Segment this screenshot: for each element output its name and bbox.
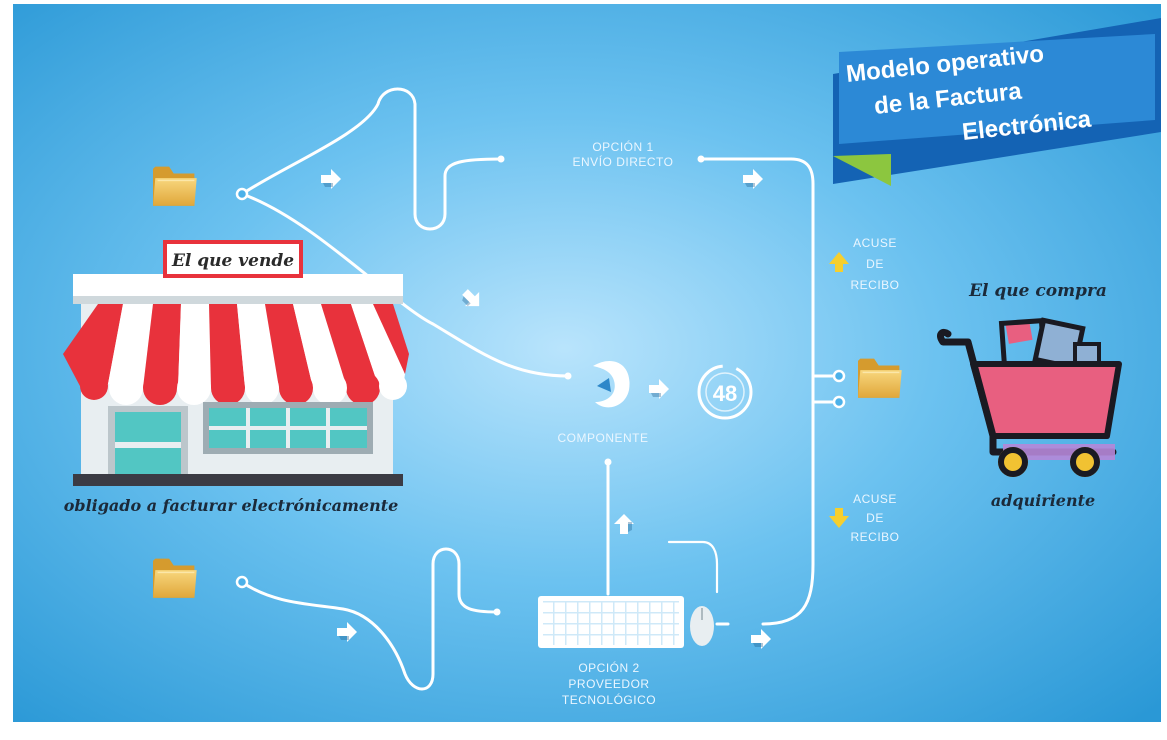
ack-top-line1: ACUSE <box>853 236 897 250</box>
store-illustration <box>63 274 409 486</box>
endpoint-ack-top <box>832 369 846 383</box>
timer-48-value: 48 <box>713 381 737 406</box>
endpoint-bottom-folder <box>235 575 249 589</box>
mouse-icon <box>690 606 714 646</box>
diagram-svg: Modelo operativo de la Factura Electróni… <box>13 4 1161 722</box>
seller-caption: obligado a facturar electrónicamente <box>64 496 399 515</box>
endpoint-ack-bottom <box>832 395 846 409</box>
option1-line1: OPCIÓN 1 <box>592 139 653 154</box>
ack-top-line2: DE <box>866 257 884 271</box>
option2-line1: OPCIÓN 2 <box>578 660 639 675</box>
buyer-caption: adquiriente <box>991 491 1095 510</box>
buyer-label: El que compra <box>968 281 1107 301</box>
keyboard-icon <box>538 596 684 648</box>
endpoint-top-folder <box>235 187 249 201</box>
ack-bottom-line1: ACUSE <box>853 492 897 506</box>
ack-bottom-line3: RECIBO <box>850 530 899 544</box>
diagram-canvas: Modelo operativo de la Factura Electróni… <box>13 4 1161 722</box>
ack-bottom-line2: DE <box>866 511 884 525</box>
component-label: COMPONENTE <box>557 431 648 445</box>
seller-sign-text: El que vende <box>171 251 294 271</box>
option2-line2: PROVEEDOR <box>568 677 649 691</box>
store-awning <box>63 304 409 405</box>
ack-top-line3: RECIBO <box>850 278 899 292</box>
option2-line3: TECNOLÓGICO <box>562 692 656 707</box>
option1-line2: ENVÍO DIRECTO <box>573 154 674 169</box>
